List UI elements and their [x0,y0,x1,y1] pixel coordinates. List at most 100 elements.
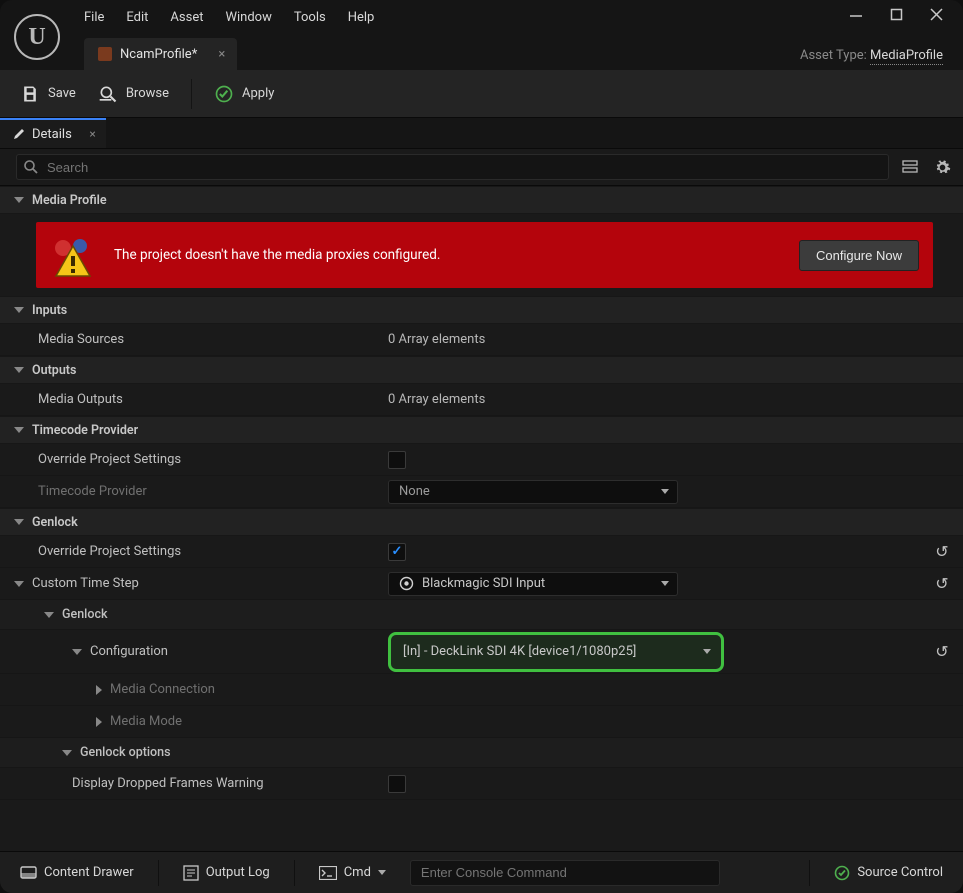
warning-banner: The project doesn't have the media proxi… [36,222,933,288]
prop-label[interactable]: Configuration [0,644,388,659]
prop-label: Display Dropped Frames Warning [0,776,388,791]
close-icon[interactable] [927,8,945,26]
menu-bar: File Edit Asset Window Tools Help [0,0,963,34]
prop-media-sources: Media Sources 0 Array elements [0,324,963,356]
search-row [0,148,963,186]
reset-icon[interactable]: ↺ [935,574,948,593]
chevron-down-icon [378,870,386,875]
tab-details[interactable]: Details × [0,118,106,148]
search-icon [23,159,39,175]
chevron-down-icon [703,649,711,654]
search-input[interactable] [16,154,889,180]
asset-type-label: Asset Type: MediaProfile [800,48,943,63]
panel-tab-close-icon[interactable]: × [89,127,95,141]
warning-icon [50,232,96,278]
checkbox-override-genlock[interactable] [388,543,406,561]
sub-genlock-options[interactable]: Genlock options [0,738,963,768]
asset-type-value[interactable]: MediaProfile [870,48,943,65]
tab-close-icon[interactable]: × [218,47,225,62]
prop-label: Timecode Provider [0,484,388,499]
menu-asset[interactable]: Asset [170,10,203,25]
prop-media-outputs: Media Outputs 0 Array elements [0,384,963,416]
checkbox-override-tc[interactable] [388,451,406,469]
expand-icon [44,612,54,618]
console-input[interactable] [410,860,720,886]
drawer-icon [20,864,37,881]
maximize-icon[interactable] [887,8,905,26]
reset-icon[interactable]: ↺ [935,642,948,661]
menu-tools[interactable]: Tools [294,10,326,25]
expand-icon [96,685,102,695]
save-icon [20,84,40,104]
section-outputs[interactable]: Outputs [0,356,963,384]
expand-icon [72,649,82,655]
source-control-button[interactable]: Source Control [826,860,951,886]
expand-icon [14,197,24,203]
menu-window[interactable]: Window [225,10,271,25]
expand-icon [62,750,72,756]
checkbox-dropped-frames[interactable] [388,775,406,793]
section-timecode-provider[interactable]: Timecode Provider [0,416,963,444]
document-tab[interactable]: NcamProfile* × [84,38,237,70]
prop-override-project-settings-genlock: Override Project Settings ↺ [0,536,963,568]
asset-icon [98,47,112,61]
output-log-button[interactable]: Output Log [175,860,278,886]
prop-label: Media Outputs [0,392,388,407]
app-logo-icon: U [14,14,60,60]
class-icon [399,576,414,591]
toolbar: Save Browse Apply [0,70,963,118]
configure-now-button[interactable]: Configure Now [799,240,919,271]
prop-label: Override Project Settings [0,452,388,467]
prop-media-connection: Media Connection [0,674,963,706]
chevron-down-icon [661,489,669,494]
prop-override-project-settings-tc: Override Project Settings [0,444,963,476]
dropdown-custom-time-step[interactable]: Blackmagic SDI Input [388,572,678,596]
menu-help[interactable]: Help [348,10,375,25]
browse-button[interactable]: Browse [98,84,169,104]
pencil-icon [12,127,26,141]
cmd-button[interactable]: Cmd [311,860,394,885]
menu-file[interactable]: File [84,10,104,25]
prop-label[interactable]: Media Mode [0,714,388,729]
dropdown-configuration[interactable]: [In] - DeckLink SDI 4K [device1/1080p25] [393,637,719,667]
prop-configuration: Configuration [In] - DeckLink SDI 4K [de… [0,630,963,674]
panel-tab-row: Details × [0,118,963,148]
check-circle-icon [834,865,850,881]
warning-message: The project doesn't have the media proxi… [114,247,781,263]
browse-icon [98,84,118,104]
prop-display-dropped-frames: Display Dropped Frames Warning [0,768,963,800]
expand-icon [96,717,102,727]
document-tab-title: NcamProfile* [120,47,197,62]
settings-gear-icon[interactable] [931,156,953,178]
sub-genlock[interactable]: Genlock [0,600,963,630]
menu-edit[interactable]: Edit [126,10,148,25]
row-custom-time-step: Custom Time Step Blackmagic SDI Input ↺ [0,568,963,600]
prop-label: Media Sources [0,332,388,347]
expand-icon [14,427,24,433]
section-genlock[interactable]: Genlock [0,508,963,536]
console-icon [319,866,337,880]
log-icon [183,865,199,881]
highlight-frame: [In] - DeckLink SDI 4K [device1/1080p25] [388,632,724,672]
minimize-icon[interactable] [847,8,865,26]
section-inputs[interactable]: Inputs [0,296,963,324]
expand-icon [14,307,24,313]
toolbar-separator [191,79,192,109]
status-bar: Content Drawer Output Log Cmd Source Con… [0,851,963,893]
expand-icon [14,581,24,587]
chevron-down-icon [661,581,669,586]
expand-icon [14,367,24,373]
prop-timecode-provider: Timecode Provider None [0,476,963,508]
prop-label: Override Project Settings [0,544,388,559]
reset-icon[interactable]: ↺ [935,542,948,561]
view-options-icon[interactable] [899,156,921,178]
save-button[interactable]: Save [20,84,76,104]
dropdown-timecode-provider[interactable]: None [388,480,678,504]
prop-label[interactable]: Media Connection [0,682,388,697]
content-drawer-button[interactable]: Content Drawer [12,859,142,886]
section-media-profile[interactable]: Media Profile [0,186,963,214]
apply-button[interactable]: Apply [214,84,274,104]
expand-icon [14,519,24,525]
prop-label[interactable]: Custom Time Step [0,576,388,591]
prop-value: 0 Array elements [388,392,921,407]
